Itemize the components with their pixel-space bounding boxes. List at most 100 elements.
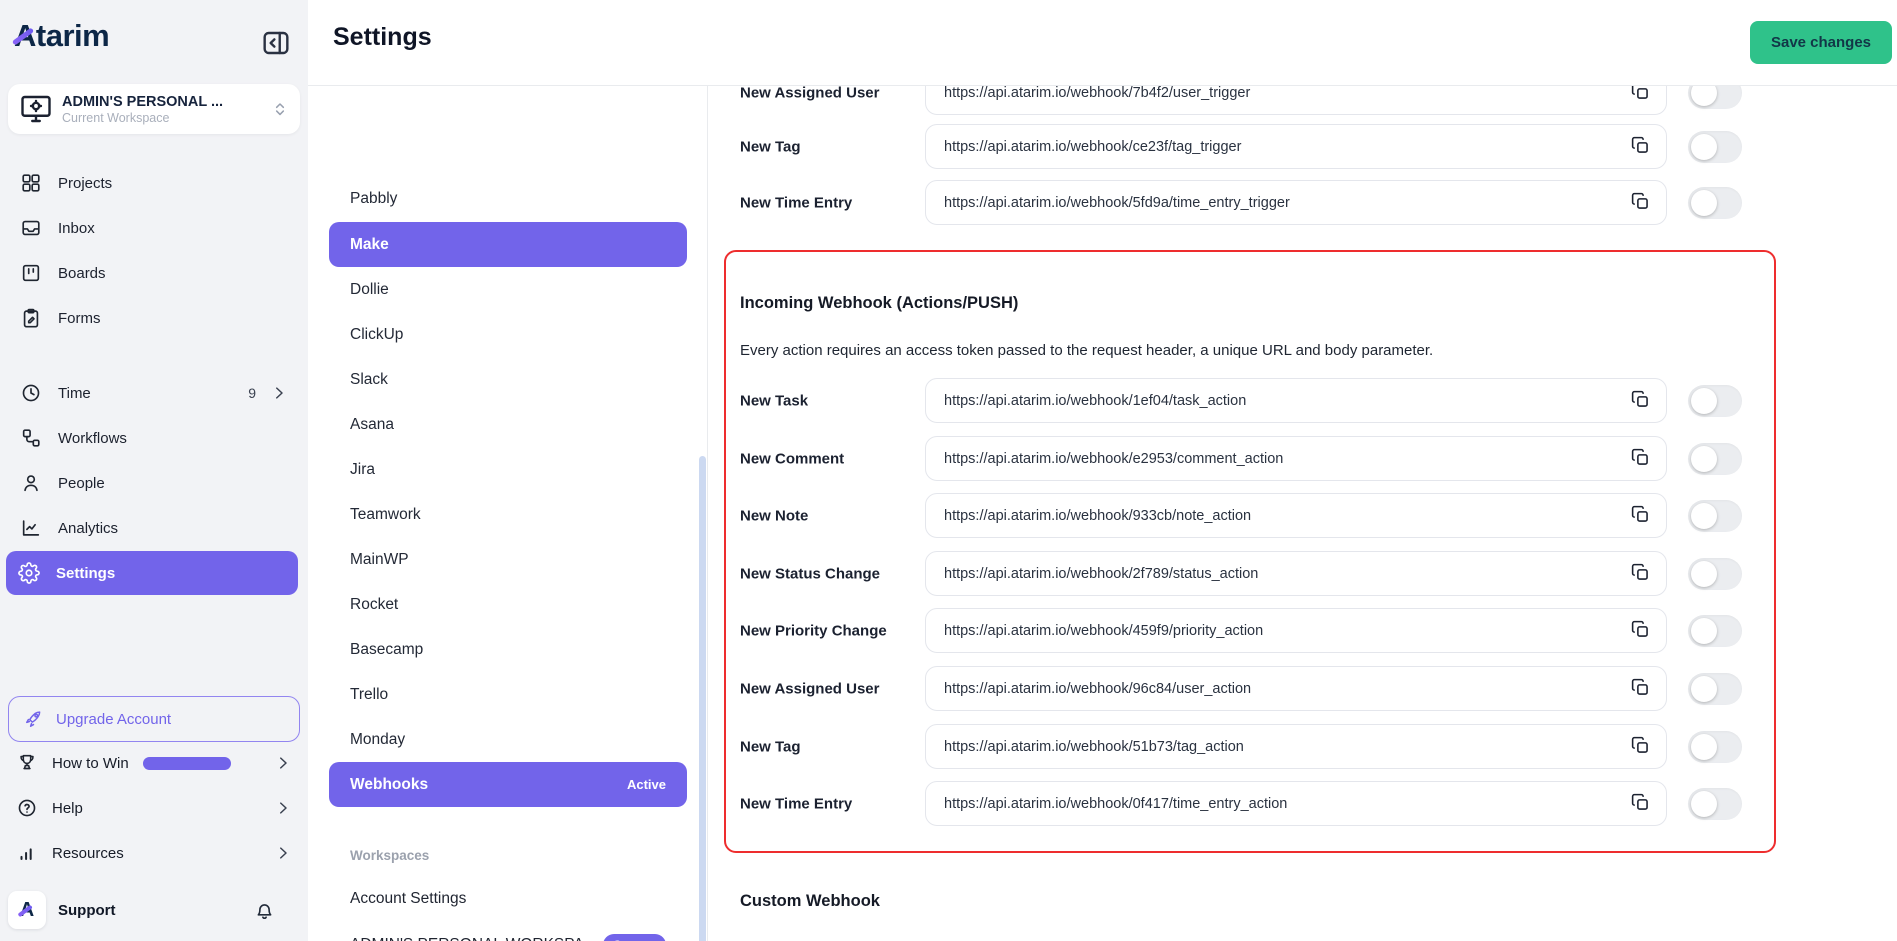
copy-url-button[interactable]: [1625, 616, 1655, 646]
copy-url-button[interactable]: [1625, 732, 1655, 762]
sidebar-item-resources[interactable]: Resources: [8, 831, 300, 875]
trophy-icon: [16, 752, 38, 774]
toggle-knob: [1691, 388, 1717, 414]
webhook-row-label: New Time Entry: [740, 795, 920, 812]
sidebar-item-time[interactable]: Time 9: [8, 371, 300, 415]
webhook-url-input[interactable]: [925, 666, 1667, 711]
toggle-knob: [1691, 734, 1717, 760]
integration-item-mainwp[interactable]: MainWP: [329, 537, 687, 582]
copy-url-button[interactable]: [1625, 789, 1655, 819]
sidebar-item-people[interactable]: People: [8, 461, 300, 505]
webhook-row-label: New Priority Change: [740, 622, 920, 639]
webhook-toggle[interactable]: [1688, 558, 1742, 590]
sidebar-item-inbox[interactable]: Inbox: [8, 206, 300, 250]
incoming-webhook-section-description: Every action requires an access token pa…: [740, 342, 1433, 359]
workspace-name: ADMIN'S PERSONAL ...: [62, 94, 223, 110]
sidebar-item-workflows[interactable]: Workflows: [8, 416, 300, 460]
webhook-row-label: New Tag: [740, 738, 920, 755]
webhook-url-input[interactable]: [925, 436, 1667, 481]
webhook-toggle[interactable]: [1688, 673, 1742, 705]
webhook-row-new-tag-trigger: New Tag: [708, 124, 1897, 169]
webhook-url-input[interactable]: [925, 124, 1667, 169]
integration-item-monday[interactable]: Monday: [329, 717, 687, 762]
user-icon: [20, 472, 42, 494]
webhook-toggle[interactable]: [1688, 500, 1742, 532]
integration-item-basecamp[interactable]: Basecamp: [329, 627, 687, 672]
webhook-row-label: New Time Entry: [740, 194, 920, 211]
integration-item-jira[interactable]: Jira: [329, 447, 687, 492]
webhook-url-input[interactable]: [925, 180, 1667, 225]
collapse-panel-icon: [260, 27, 292, 59]
toggle-knob: [1691, 791, 1717, 817]
integration-item-webhooks[interactable]: Webhooks Active: [329, 762, 687, 807]
webhook-toggle[interactable]: [1688, 86, 1742, 109]
webhook-row-new-priority-change-action: New Priority Change: [708, 608, 1897, 653]
gear-icon: [18, 562, 40, 584]
webhook-toggle[interactable]: [1688, 443, 1742, 475]
webhook-toggle[interactable]: [1688, 187, 1742, 219]
toggle-knob: [1691, 618, 1717, 644]
sidebar-item-analytics[interactable]: Analytics: [8, 506, 300, 550]
sidebar-item-how-to-win[interactable]: How to Win: [8, 741, 300, 785]
copy-url-button[interactable]: [1625, 559, 1655, 589]
integration-item-make[interactable]: Make: [329, 222, 687, 267]
webhook-toggle[interactable]: [1688, 731, 1742, 763]
workspace-link-label: Account Settings: [350, 890, 466, 908]
webhook-toggle[interactable]: [1688, 385, 1742, 417]
select-chevrons-icon: [270, 99, 290, 119]
bar-chart-icon: [16, 842, 38, 864]
workspace-link-admins-personal[interactable]: ADMIN'S PERSONAL WORKSPA... Current: [329, 923, 687, 941]
webhook-row-label: New Comment: [740, 450, 920, 467]
copy-url-button[interactable]: [1625, 86, 1655, 108]
webhook-toggle[interactable]: [1688, 788, 1742, 820]
workspace-link-account-settings[interactable]: Account Settings: [329, 877, 687, 921]
sidebar-item-help[interactable]: Help: [8, 786, 300, 830]
webhook-url-input[interactable]: [925, 493, 1667, 538]
webhook-row-new-note-action: New Note: [708, 493, 1897, 538]
webhook-url-input[interactable]: [925, 551, 1667, 596]
sidebar-item-label: People: [58, 475, 105, 492]
sidebar-item-projects[interactable]: Projects: [8, 161, 300, 205]
sidebar-item-support[interactable]: A Support: [8, 888, 300, 932]
copy-url-button[interactable]: [1625, 188, 1655, 218]
inbox-icon: [20, 217, 42, 239]
webhook-url-input[interactable]: [925, 378, 1667, 423]
integration-item-clickup[interactable]: ClickUp: [329, 312, 687, 357]
webhook-row-new-assigned-user-action: New Assigned User: [708, 666, 1897, 711]
copy-url-button[interactable]: [1625, 674, 1655, 704]
save-changes-button[interactable]: Save changes: [1750, 21, 1892, 64]
sidebar-item-forms[interactable]: Forms: [8, 296, 300, 340]
webhook-row-new-task-action: New Task: [708, 378, 1897, 423]
integration-item-slack[interactable]: Slack: [329, 357, 687, 402]
toggle-knob: [1691, 86, 1717, 106]
time-count-badge: 9: [248, 385, 256, 401]
upgrade-account-button[interactable]: Upgrade Account: [8, 696, 300, 742]
integration-item-dollie[interactable]: Dollie: [329, 267, 687, 312]
notifications-bell-icon[interactable]: [253, 899, 276, 922]
integration-item-rocket[interactable]: Rocket: [329, 582, 687, 627]
sidebar-collapse-button[interactable]: [260, 27, 292, 59]
integration-item-trello[interactable]: Trello: [329, 672, 687, 717]
copy-url-button[interactable]: [1625, 444, 1655, 474]
webhook-row-new-comment-action: New Comment: [708, 436, 1897, 481]
copy-url-button[interactable]: [1625, 501, 1655, 531]
webhook-url-input[interactable]: [925, 724, 1667, 769]
copy-url-button[interactable]: [1625, 132, 1655, 162]
integration-item-pabbly[interactable]: Pabbly: [329, 176, 687, 221]
integration-label: MainWP: [350, 551, 409, 569]
webhook-url-input[interactable]: [925, 781, 1667, 826]
copy-url-button[interactable]: [1625, 386, 1655, 416]
sidebar-item-settings[interactable]: Settings: [6, 551, 298, 595]
upgrade-account-label: Upgrade Account: [56, 711, 171, 728]
integration-item-teamwork[interactable]: Teamwork: [329, 492, 687, 537]
sidebar-item-boards[interactable]: Boards: [8, 251, 300, 295]
panel-scrollbar-thumb[interactable]: [699, 456, 706, 941]
webhook-toggle[interactable]: [1688, 131, 1742, 163]
integration-item-asana[interactable]: Asana: [329, 402, 687, 447]
toggle-knob: [1691, 190, 1717, 216]
webhook-url-input[interactable]: [925, 608, 1667, 653]
workspace-link-label: ADMIN'S PERSONAL WORKSPA...: [350, 936, 597, 941]
webhook-url-input[interactable]: [925, 86, 1667, 115]
workspace-selector[interactable]: ADMIN'S PERSONAL ... Current Workspace: [8, 84, 300, 134]
webhook-toggle[interactable]: [1688, 615, 1742, 647]
